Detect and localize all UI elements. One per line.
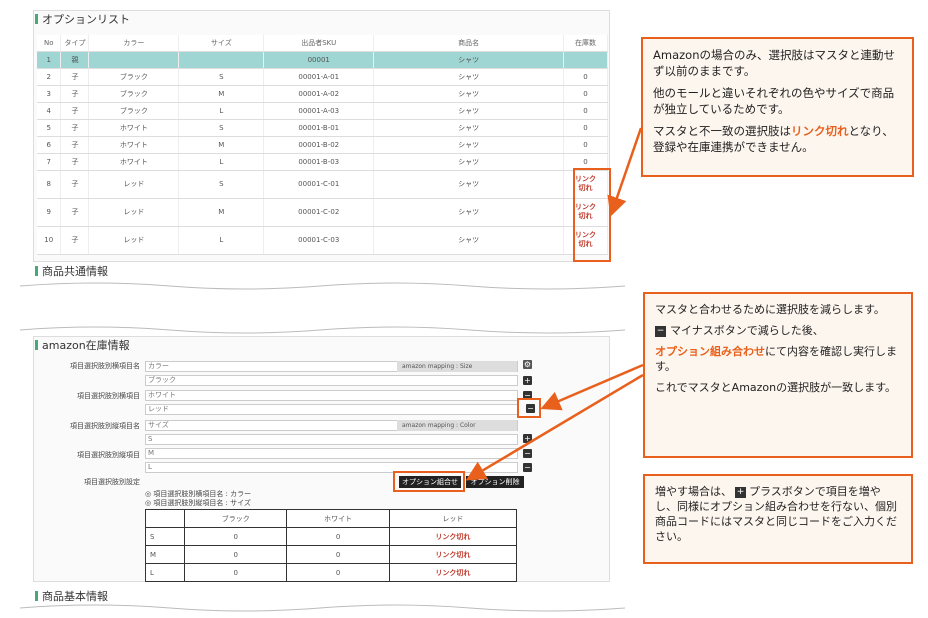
callout-amazon-note: Amazonの場合のみ、選択肢はマスタと連動せず以前のままです。 他のモールと違… [641, 37, 914, 177]
plus-icon: + [735, 486, 746, 498]
minus-icon: − [655, 325, 666, 337]
callout-reduce-options: マスタと合わせるために選択肢を減らします。 − マイナスボタンで減らした後、 オプ… [643, 292, 913, 458]
callout-increase-options: 増やす場合は、 + プラスボタンで項目を増やし、同様にオプション組み合わせを行ない、… [643, 474, 913, 564]
